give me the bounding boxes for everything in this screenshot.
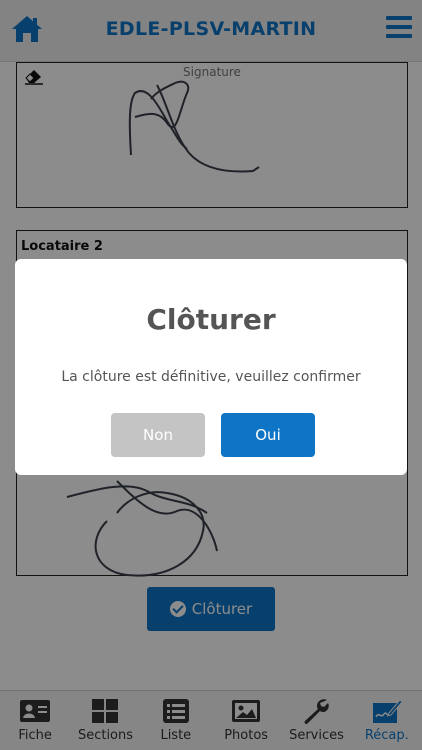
dialog-message: La clôture est définitive, veuillez conf… <box>61 369 361 385</box>
confirm-button[interactable]: Oui <box>221 413 315 457</box>
cancel-button[interactable]: Non <box>111 413 205 457</box>
confirm-dialog: Clôturer La clôture est définitive, veui… <box>15 259 407 475</box>
dialog-title: Clôturer <box>146 303 276 336</box>
